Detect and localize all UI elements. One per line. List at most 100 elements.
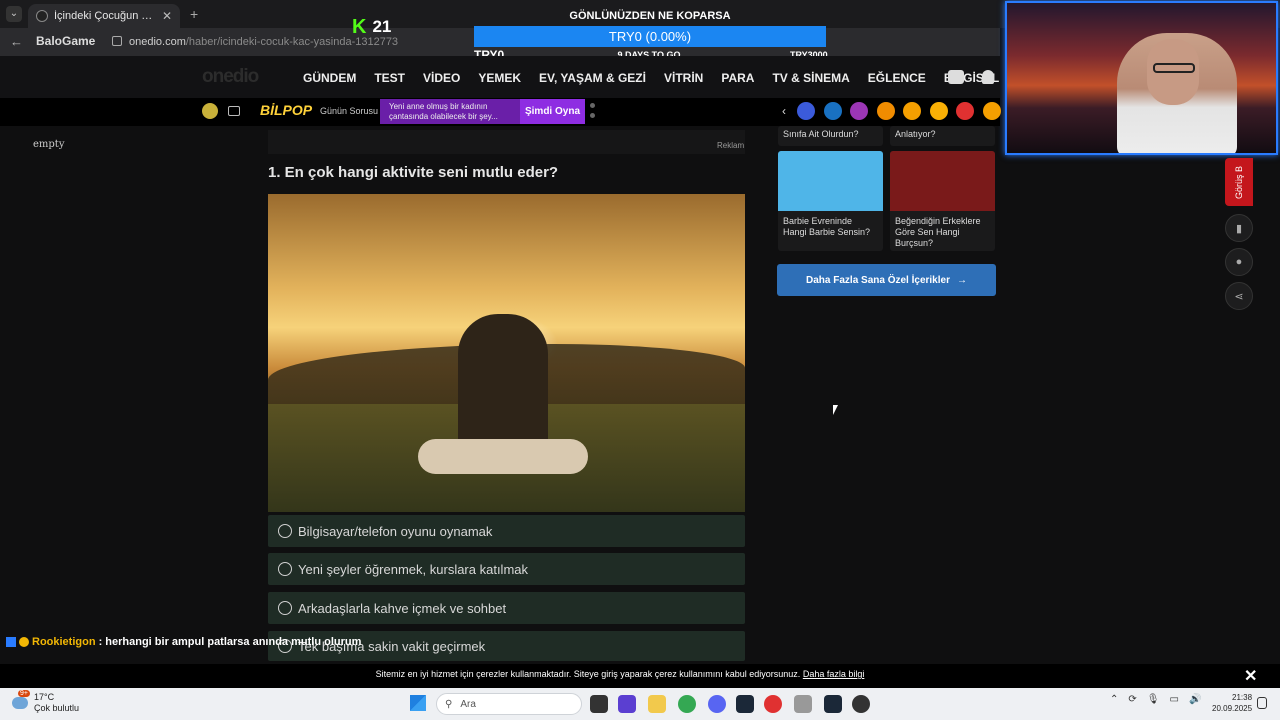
nav-item-test[interactable]: TEST (374, 71, 405, 85)
quiz-option[interactable]: Arkadaşlarla kahve içmek ve sohbet (268, 592, 745, 624)
gamepad-icon[interactable] (228, 106, 240, 116)
nav-item-ev-yasam[interactable]: EV, YAŞAM & GEZİ (539, 71, 646, 85)
share-icon[interactable]: ⋖ (1225, 282, 1253, 310)
url-host: onedio.com (129, 36, 186, 48)
nav-item-yemek[interactable]: YEMEK (478, 71, 521, 85)
recommend-card-barbie[interactable]: Barbie Evreninde Hangi Barbie Sensin? (778, 151, 883, 251)
chrome-icon[interactable] (678, 695, 696, 713)
tab-search-button[interactable]: ⌄ (6, 6, 22, 22)
recommend-card-title: Anlatıyor? (895, 129, 936, 139)
chat-badge-icon (6, 637, 16, 647)
daily-question-text[interactable]: Yeni anne olmuş bir kadının çantasında o… (380, 99, 520, 124)
close-icon[interactable]: ✕ (1244, 666, 1257, 686)
taskbar-search-label: Ara (460, 698, 476, 710)
nav-item-eglence[interactable]: EĞLENCE (868, 71, 926, 85)
nav-item-para[interactable]: PARA (721, 71, 754, 85)
comments-icon[interactable]: ● (1225, 248, 1253, 276)
kick-logo-icon: K (352, 15, 367, 38)
cookie-more-link[interactable]: Daha fazla bilgi (803, 669, 865, 679)
webcam-overlay (1005, 1, 1278, 155)
onedio-favicon-icon (36, 10, 48, 22)
mic-icon[interactable]: 🎙 (1147, 694, 1160, 705)
pager-dot[interactable] (590, 103, 595, 108)
discord-icon[interactable] (708, 695, 726, 713)
story-avatar[interactable] (797, 102, 815, 120)
close-tab-icon[interactable]: ✕ (162, 9, 172, 23)
barbie-thumbnail (778, 151, 883, 211)
recommend-card[interactable]: Anlatıyor? (890, 126, 995, 146)
cookie-text: Sitemiz en iyi hizmet için çerezler kull… (375, 669, 801, 679)
ad-slot (268, 130, 745, 154)
overlay-stub-text: BaloGame (36, 34, 96, 48)
windows-start-icon[interactable] (410, 695, 426, 711)
taskbar-clock[interactable]: 21:38 20.09.2025 (1212, 692, 1252, 714)
more-content-button[interactable]: Daha Fazla Sana Özel İçerikler → (777, 264, 996, 296)
obs-icon[interactable] (852, 695, 870, 713)
yoga-legs (418, 439, 588, 474)
glasses-icon (1153, 63, 1195, 73)
weather-text: Çok bulutlu (34, 703, 80, 713)
nav-item-vitrin[interactable]: VİTRİN (664, 71, 703, 85)
quiz-question-title: 1. En çok hangi aktivite seni mutlu eder… (268, 164, 559, 181)
story-avatar[interactable] (956, 102, 974, 120)
quiz-option[interactable]: Yeni şeyler öğrenmek, kurslara katılmak (268, 553, 745, 585)
empty-placeholder: empty (33, 139, 65, 150)
radio-icon[interactable] (278, 601, 292, 615)
folder-icon[interactable] (648, 695, 666, 713)
browser-tab[interactable]: İçindeki Çocuğun Yaşı Seni Çok ✕ (28, 4, 180, 28)
steam-icon[interactable] (824, 695, 842, 713)
taskbar-search[interactable]: ⚲ Ara (436, 693, 582, 715)
pager-dot[interactable] (590, 113, 595, 118)
sync-icon[interactable]: ⟳ (1128, 694, 1136, 705)
site-logo[interactable]: onedio (202, 66, 259, 88)
nav-item-tv-sinema[interactable]: TV & SİNEMA (772, 71, 849, 85)
story-avatar[interactable] (876, 102, 895, 120)
chat-username: Rookietigon (32, 636, 96, 648)
network-icon[interactable]: ▭ (1169, 694, 1178, 705)
app-icon[interactable] (618, 695, 636, 713)
recommend-card[interactable]: Sınıfa Ait Olurdun? (778, 126, 883, 146)
story-avatar[interactable] (982, 102, 1001, 120)
feedback-tab[interactable]: Görüş B (1225, 158, 1253, 206)
play-now-button[interactable]: Şimdi Oyna (520, 99, 585, 124)
radio-icon[interactable] (278, 562, 292, 576)
quiz-option-label: Yeni şeyler öğrenmek, kurslara katılmak (298, 561, 529, 577)
weather-badge: 9+ (18, 690, 30, 697)
nav-item-gundem[interactable]: GÜNDEM (303, 71, 356, 85)
kick-count: 21 (372, 17, 392, 36)
back-icon[interactable]: ← (10, 34, 23, 49)
chat-text: : herhangi bir ampul patlarsa anında mut… (98, 636, 362, 648)
site-info-icon[interactable] (112, 36, 122, 46)
bilpop-logo[interactable]: BİLPOP (260, 102, 312, 118)
bell-icon[interactable] (982, 70, 994, 84)
temperature: 17°C (34, 692, 55, 702)
main-nav: GÜNDEM TEST VİDEO YEMEK EV, YAŞAM & GEZİ… (303, 71, 1017, 85)
arrow-right-icon: → (956, 274, 967, 286)
app-icon[interactable] (794, 695, 812, 713)
steam-icon[interactable] (736, 695, 754, 713)
bookmark-icon[interactable]: ▮ (1225, 214, 1253, 242)
record-icon[interactable] (764, 695, 782, 713)
recommend-card-zodiac[interactable]: Beğendiğin Erkeklere Göre Sen Hangi Burç… (890, 151, 995, 251)
story-avatar[interactable] (823, 102, 842, 120)
quiz-option[interactable]: Bilgisayar/telefon oyunu oynamak (268, 515, 745, 547)
chevron-left-icon[interactable]: ‹ (782, 104, 786, 118)
donation-progress-bar: TRY0 (0.00%) (474, 26, 826, 47)
volume-icon[interactable]: 🔊 (1189, 694, 1201, 705)
nav-item-video[interactable]: VİDEO (423, 71, 460, 85)
games-icon[interactable] (202, 103, 218, 119)
quiz-image (268, 194, 745, 512)
chat-badge-icon (19, 637, 29, 647)
story-avatar[interactable] (903, 102, 921, 120)
weather-widget[interactable]: 9+ 17°C Çok bulutlu (12, 690, 80, 714)
chevron-up-icon[interactable]: ⌃ (1110, 694, 1118, 705)
chat-icon[interactable] (948, 70, 964, 84)
story-avatar[interactable] (929, 102, 948, 120)
task-view-icon[interactable] (590, 695, 608, 713)
mouse-cursor-icon (833, 405, 838, 415)
story-avatar[interactable] (850, 102, 868, 120)
notification-icon[interactable] (1257, 697, 1267, 709)
stream-chat-message: Rookietigon : herhangi bir ampul patlars… (6, 636, 361, 648)
new-tab-button[interactable]: + (190, 6, 198, 22)
radio-icon[interactable] (278, 524, 292, 538)
